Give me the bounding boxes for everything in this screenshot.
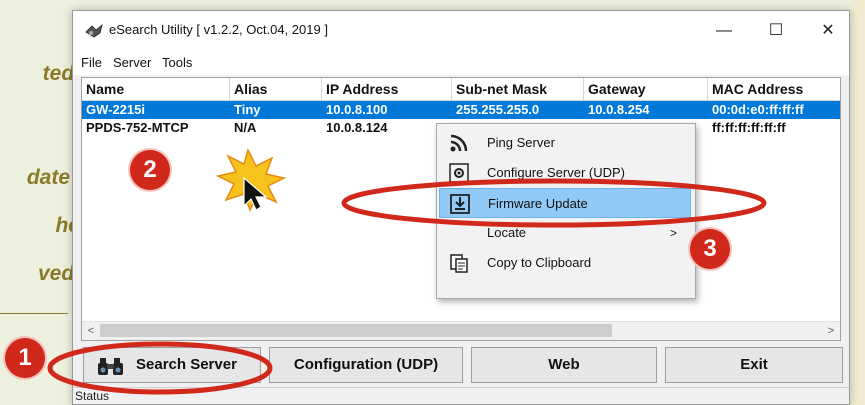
binoculars-icon: [98, 358, 123, 375]
cell-alias: N/A: [234, 120, 257, 135]
menu-server[interactable]: Server: [113, 55, 151, 70]
step-badge-3: 3: [690, 229, 730, 269]
status-bar: Status: [73, 387, 849, 404]
col-mask[interactable]: Sub-net Mask: [452, 78, 584, 100]
menu-file[interactable]: File: [81, 55, 102, 70]
step-badge-2: 2: [130, 150, 170, 190]
bg-text-line: date": [26, 166, 80, 189]
status-text: Status: [75, 389, 110, 403]
maximize-button[interactable]: ☐: [759, 19, 793, 43]
list-header: Name Alias IP Address Sub-net Mask Gatew…: [82, 78, 840, 101]
menu-item-firmware-update[interactable]: Firmware Update: [439, 188, 691, 218]
cell-mac: 00:0d:e0:ff:ff:ff: [712, 102, 804, 117]
col-mac[interactable]: MAC Address: [708, 78, 840, 100]
web-button[interactable]: Web: [471, 347, 657, 383]
bg-text-line: f: [0, 12, 80, 36]
minimize-button[interactable]: —: [707, 19, 741, 43]
cell-alias: Tiny: [234, 102, 261, 117]
table-row[interactable]: GW-2215i Tiny 10.0.8.100 255.255.255.0 1…: [82, 101, 840, 119]
cell-name: PPDS-752-MTCP: [86, 120, 189, 135]
divider: [0, 313, 68, 314]
bg-text-line: he: [55, 214, 80, 237]
scroll-left-icon[interactable]: <: [82, 322, 100, 340]
cell-ip: 10.0.8.124: [326, 120, 388, 135]
background-edge: [851, 0, 865, 405]
menu-item-label: Firmware Update: [488, 196, 588, 211]
cell-mask: 255.255.255.0: [456, 102, 540, 117]
menu-item-ping-server[interactable]: Ping Server: [439, 128, 691, 158]
context-menu: Ping Server Configure Server (UDP) Firmw…: [436, 123, 696, 299]
menu-item-label: Configure Server (UDP): [487, 165, 625, 180]
menu-bar: File Server Tools: [73, 51, 849, 75]
title-bar[interactable]: eSearch Utility [ v1.2.2, Oct.04, 2019 ]…: [73, 11, 849, 51]
download-icon: [450, 194, 470, 214]
menu-item-copy-to-clipboard[interactable]: Copy to Clipboard: [439, 246, 691, 280]
menu-item-label: Ping Server: [487, 135, 555, 150]
clipboard-icon: [450, 254, 468, 273]
window-title: eSearch Utility [ v1.2.2, Oct.04, 2019 ]: [109, 22, 328, 37]
menu-tools[interactable]: Tools: [162, 55, 192, 70]
exit-button[interactable]: Exit: [665, 347, 843, 383]
menu-item-configure-server[interactable]: Configure Server (UDP): [439, 158, 691, 188]
col-name[interactable]: Name: [82, 78, 230, 100]
horizontal-scrollbar[interactable]: < >: [82, 321, 840, 340]
cell-name: GW-2215i: [86, 102, 145, 117]
col-alias[interactable]: Alias: [230, 78, 322, 100]
cell-ip: 10.0.8.100: [326, 102, 388, 117]
scroll-thumb[interactable]: [100, 324, 612, 337]
app-icon: [85, 24, 103, 38]
menu-item-locate[interactable]: Locate >: [439, 224, 691, 246]
close-button[interactable]: ✕: [811, 19, 845, 43]
menu-item-label: Locate: [487, 225, 527, 240]
bg-text-line: ved.: [37, 262, 80, 285]
search-server-label: Search Server: [136, 356, 237, 373]
menu-item-label: Copy to Clipboard: [487, 255, 592, 270]
scroll-right-icon[interactable]: >: [822, 322, 840, 340]
cell-mac: ff:ff:ff:ff:ff:ff: [712, 120, 786, 135]
col-ip[interactable]: IP Address: [322, 78, 452, 100]
gear-icon: [449, 163, 469, 183]
col-gateway[interactable]: Gateway: [584, 78, 708, 100]
step-badge-1: 1: [5, 338, 45, 378]
cell-gateway: 10.0.8.254: [588, 102, 650, 117]
search-server-button[interactable]: Search Server: [83, 347, 261, 383]
configuration-udp-button[interactable]: Configuration (UDP): [269, 347, 463, 383]
submenu-arrow-icon: >: [669, 226, 677, 240]
bg-text-line: ted.: [42, 62, 80, 85]
rss-icon: [450, 134, 468, 152]
esearch-window: eSearch Utility [ v1.2.2, Oct.04, 2019 ]…: [72, 10, 850, 405]
